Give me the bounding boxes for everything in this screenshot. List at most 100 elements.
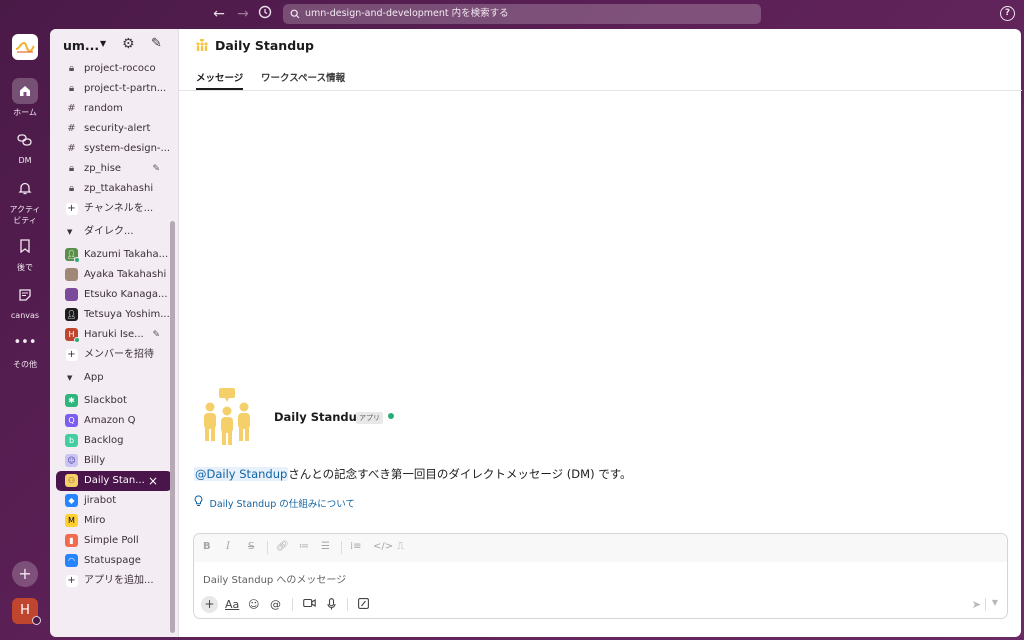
top-bar: ← → umn-design-and-development 内を検索する ?: [0, 0, 1024, 28]
help-icon[interactable]: ?: [1000, 6, 1015, 21]
sidebar-item-channel[interactable]: 🔒︎ zp_hise ✎: [50, 159, 178, 179]
link-icon[interactable]: 🔗︎: [276, 541, 289, 552]
sidebar-item-channel[interactable]: 🔒︎ project-t-partn...: [50, 79, 178, 99]
blockquote-icon[interactable]: ⁞≡: [350, 541, 362, 552]
avatar: [65, 267, 78, 281]
sidebar-item-app[interactable]: ✱ Slackbot: [50, 391, 178, 411]
rail-item-home[interactable]: ホーム: [0, 78, 50, 118]
sidebar-item-channel[interactable]: # system-design-...: [50, 139, 178, 159]
code-icon[interactable]: </>: [373, 541, 393, 552]
section-header-app[interactable]: ▼ App: [50, 365, 178, 391]
sidebar-item-dm[interactable]: Ayaka Takahashi: [50, 265, 178, 285]
history-icon[interactable]: [256, 5, 274, 23]
lock-icon: 🔒︎: [68, 63, 75, 74]
plus-icon: +: [65, 349, 78, 361]
sidebar-item-dm[interactable]: 👤︎ Tetsuya Yoshim...: [50, 305, 178, 325]
attach-plus-icon[interactable]: +: [201, 596, 218, 613]
app-name: Statuspage: [84, 555, 141, 566]
sidebar-header: um... ▼ ⚙ ✎: [50, 29, 178, 61]
dm-icon: [12, 127, 38, 153]
close-icon[interactable]: ×: [148, 471, 158, 491]
rail-item-more[interactable]: ••• その他: [0, 330, 50, 370]
sidebar-item-dm[interactable]: H Haruki Ise... ✎: [50, 325, 178, 345]
sidebar-item-app[interactable]: ☺ Billy: [50, 451, 178, 471]
sidebar-item-app[interactable]: ▮ Simple Poll: [50, 531, 178, 551]
emoji-icon[interactable]: ☺: [248, 598, 259, 611]
ordered-list-icon[interactable]: ≔: [299, 541, 309, 552]
mention-link[interactable]: @Daily Standup: [194, 467, 289, 481]
sidebar-item-channel[interactable]: # security-alert: [50, 119, 178, 139]
search-input[interactable]: umn-design-and-development 内を検索する: [283, 4, 761, 24]
sidebar-item-dm[interactable]: Etsuko Kanaga...: [50, 285, 178, 305]
workspace-logo[interactable]: [12, 34, 38, 60]
howto-link[interactable]: Daily Standup の仕組みについて: [194, 495, 355, 510]
rail-item-later[interactable]: 後で: [0, 233, 50, 273]
bookmark-icon: [12, 233, 38, 259]
mention-icon[interactable]: @: [270, 598, 281, 611]
compose-icon[interactable]: ✎: [151, 36, 162, 51]
sidebar-item-channel[interactable]: # random: [50, 99, 178, 119]
sidebar-item-app[interactable]: M Miro: [50, 511, 178, 531]
strikethrough-icon[interactable]: S: [248, 541, 254, 552]
bulleted-list-icon[interactable]: ☰: [321, 541, 330, 552]
gear-icon[interactable]: ⚙: [122, 36, 135, 52]
main-pane: Daily Standup メッセージ ワークスペース情報 Daily Stan…: [178, 29, 1022, 637]
app-name: Miro: [84, 515, 106, 526]
howto-label: Daily Standup の仕組みについて: [209, 499, 355, 510]
billy-icon: ☺: [65, 453, 78, 467]
chevron-down-icon[interactable]: ▼: [992, 598, 998, 607]
shortcuts-icon[interactable]: [358, 598, 369, 612]
dm-name: Tetsuya Yoshim...: [84, 309, 170, 320]
pencil-icon: ✎: [152, 164, 160, 174]
sidebar-item-app[interactable]: ◠ Statuspage: [50, 551, 178, 571]
bell-icon: [12, 175, 38, 201]
tab-workspace-info[interactable]: ワークスペース情報: [261, 70, 345, 90]
back-arrow-icon[interactable]: ←: [210, 5, 228, 23]
rail-item-canvas[interactable]: canvas: [0, 282, 50, 320]
app-name-heading[interactable]: Daily Standup: [274, 410, 365, 424]
workspace-name[interactable]: um...: [63, 38, 99, 53]
message-input[interactable]: Daily Standup へのメッセージ: [203, 571, 346, 586]
sidebar-item-app-active[interactable]: ⚇ Daily Stan... ×: [56, 471, 172, 491]
bold-icon[interactable]: B: [203, 541, 211, 552]
avatar: [65, 287, 78, 301]
dm-name: Haruki Ise...: [84, 329, 144, 340]
send-icon[interactable]: ➤: [972, 598, 981, 611]
tab-messages[interactable]: メッセージ: [196, 70, 244, 90]
channel-title[interactable]: Daily Standup: [215, 38, 314, 53]
daily-standup-icon: [195, 39, 209, 56]
sidebar-item-dm[interactable]: 👤︎ Kazumi Takaha...: [50, 245, 178, 265]
formatting-toolbar: B I S 🔗︎ ≔ ☰ ⁞≡ </> ⎍: [194, 534, 1007, 562]
add-app-button[interactable]: + アプリを追加...: [50, 571, 178, 591]
rail-item-dm[interactable]: DM: [0, 127, 50, 165]
text-style-button[interactable]: Aa: [225, 598, 239, 611]
add-channel-button[interactable]: + チャンネルを...: [50, 199, 178, 219]
app-badge: アプリ: [356, 412, 383, 424]
app-name: Slackbot: [84, 395, 127, 406]
code-block-icon[interactable]: ⎍: [397, 541, 404, 552]
presence-dot: [388, 413, 394, 419]
simple-poll-icon: ▮: [65, 533, 78, 547]
lock-icon: 🔒︎: [68, 163, 75, 174]
microphone-icon[interactable]: [327, 598, 336, 613]
rail-item-activity[interactable]: アクティ ビティ: [0, 175, 50, 226]
home-icon: [12, 78, 38, 104]
invite-members-button[interactable]: + メンバーを招待: [50, 345, 178, 365]
section-header-dm[interactable]: ▼ ダイレク...: [50, 219, 178, 245]
sidebar-item-app[interactable]: Q Amazon Q: [50, 411, 178, 431]
sidebar-item-channel[interactable]: 🔒︎ zp_ttakahashi: [50, 179, 178, 199]
sidebar-scrollbar[interactable]: [170, 221, 175, 633]
add-workspace-button[interactable]: +: [12, 561, 38, 587]
video-icon[interactable]: [303, 598, 316, 611]
forward-arrow-icon[interactable]: →: [234, 5, 252, 23]
channel-name: zp_hise: [84, 163, 122, 174]
chevron-down-icon[interactable]: ▼: [100, 39, 106, 48]
sidebar-item-channel[interactable]: 🔒︎ project-rococo: [50, 59, 178, 79]
rail-label-activity-1: アクティ: [9, 205, 41, 214]
italic-icon[interactable]: I: [226, 541, 230, 552]
rail-label-later: 後で: [17, 263, 33, 272]
lock-icon: 🔒︎: [68, 183, 75, 194]
section-label: App: [84, 372, 104, 383]
sidebar-item-app[interactable]: ◆ jirabot: [50, 491, 178, 511]
sidebar-item-app[interactable]: b Backlog: [50, 431, 178, 451]
